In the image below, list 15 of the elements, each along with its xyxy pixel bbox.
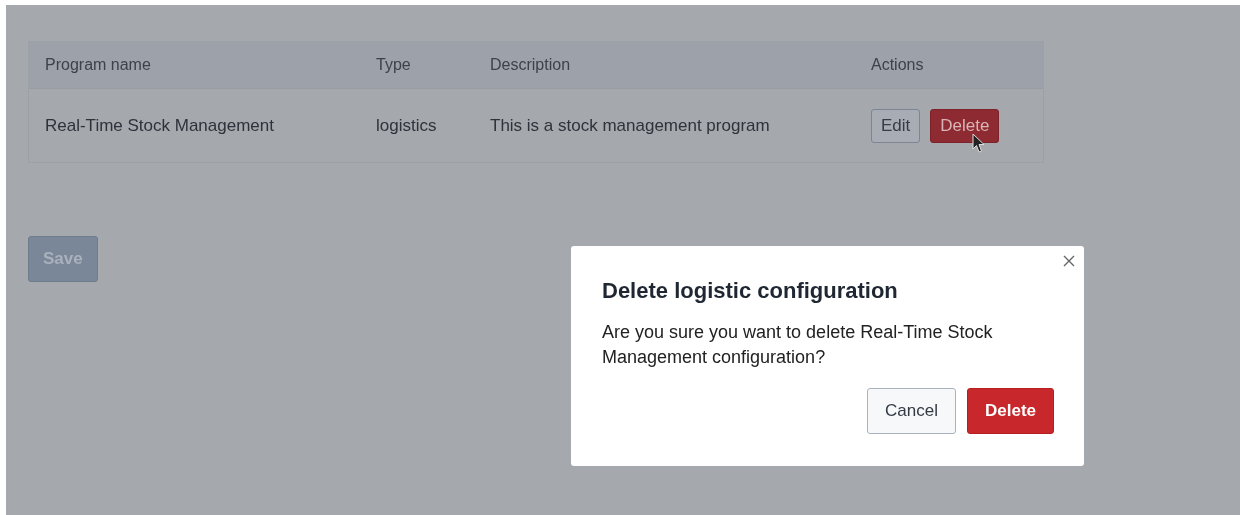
column-header: Description — [489, 56, 572, 74]
column-header: Actions — [870, 56, 925, 74]
table-cell-text: logistics — [375, 115, 438, 136]
dialog-message: Are you sure you want to delete Real-Time Stock Management configuration? — [602, 321, 994, 369]
dialog-title: Delete logistic configuration — [602, 278, 899, 304]
delete-button[interactable]: Delete — [930, 108, 1000, 143]
mouse-pointer-icon — [972, 133, 986, 154]
column-header: Type — [375, 56, 412, 74]
close-icon[interactable] — [1063, 255, 1075, 267]
column-header: Program name — [44, 56, 152, 74]
table-cell-text: Real-Time Stock Management — [44, 115, 275, 136]
delete-button[interactable]: Delete — [966, 388, 1054, 434]
table-cell-text: This is a stock management program — [489, 115, 771, 136]
cancel-button[interactable]: Cancel — [867, 388, 956, 434]
edit-button[interactable]: Edit — [871, 108, 921, 143]
